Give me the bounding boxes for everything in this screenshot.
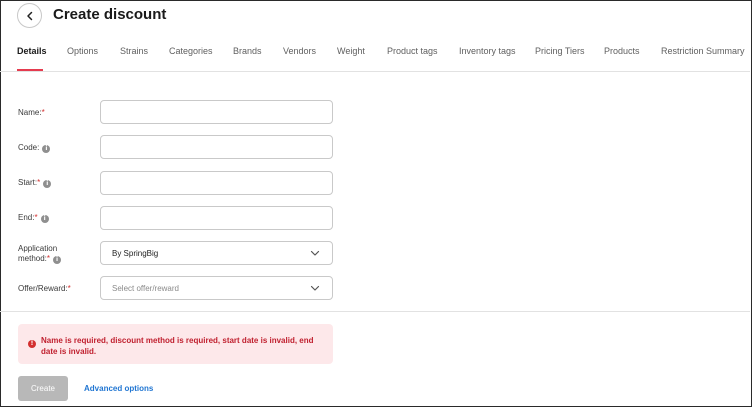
name-label: Name:*: [18, 108, 45, 117]
offer-reward-placeholder: Select offer/reward: [112, 283, 179, 293]
active-tab-indicator: [17, 69, 43, 71]
create-button[interactable]: Create: [18, 376, 68, 401]
application-method-label: Application method:* i: [18, 244, 62, 264]
name-input[interactable]: [100, 100, 333, 124]
info-icon[interactable]: i: [42, 145, 51, 153]
info-icon[interactable]: i: [53, 256, 62, 264]
tab-categories[interactable]: Categories: [169, 46, 213, 56]
application-method-select[interactable]: By SpringBig: [100, 241, 333, 265]
error-message: Name is required, discount method is req…: [41, 336, 314, 356]
start-label: Start:* i: [18, 178, 52, 188]
tab-brands[interactable]: Brands: [233, 46, 262, 56]
tab-product-tags[interactable]: Product tags: [387, 46, 438, 56]
chevron-left-icon: [26, 11, 32, 20]
section-divider: [0, 311, 750, 312]
tab-strains[interactable]: Strains: [120, 46, 148, 56]
chevron-down-icon: [310, 250, 320, 256]
tab-inventory-tags[interactable]: Inventory tags: [459, 46, 516, 56]
tab-weight[interactable]: Weight: [337, 46, 365, 56]
offer-reward-label: Offer/Reward:*: [18, 284, 71, 293]
tab-pricing-tiers[interactable]: Pricing Tiers: [535, 46, 585, 56]
code-input[interactable]: [100, 135, 333, 159]
tab-products[interactable]: Products: [604, 46, 640, 56]
tab-options[interactable]: Options: [67, 46, 98, 56]
alert-icon: !: [28, 340, 36, 348]
back-button[interactable]: [17, 3, 42, 28]
advanced-options-link[interactable]: Advanced options: [84, 384, 153, 393]
application-method-value: By SpringBig: [112, 248, 159, 258]
chevron-down-icon: [310, 285, 320, 291]
end-date-input[interactable]: [100, 206, 333, 230]
tab-restriction-summary[interactable]: Restriction Summary: [661, 46, 745, 56]
end-label: End:* i: [18, 213, 49, 223]
tab-vendors[interactable]: Vendors: [283, 46, 316, 56]
info-icon[interactable]: i: [43, 180, 52, 188]
tab-bar: Details Options Strains Categories Brand…: [0, 43, 750, 72]
error-alert: ! Name is required, discount method is r…: [18, 324, 333, 364]
info-icon[interactable]: i: [40, 215, 49, 223]
code-label: Code: i: [18, 143, 51, 153]
page-title: Create discount: [53, 6, 167, 23]
offer-reward-select[interactable]: Select offer/reward: [100, 276, 333, 300]
tab-details[interactable]: Details: [17, 46, 47, 56]
start-date-input[interactable]: [100, 171, 333, 195]
